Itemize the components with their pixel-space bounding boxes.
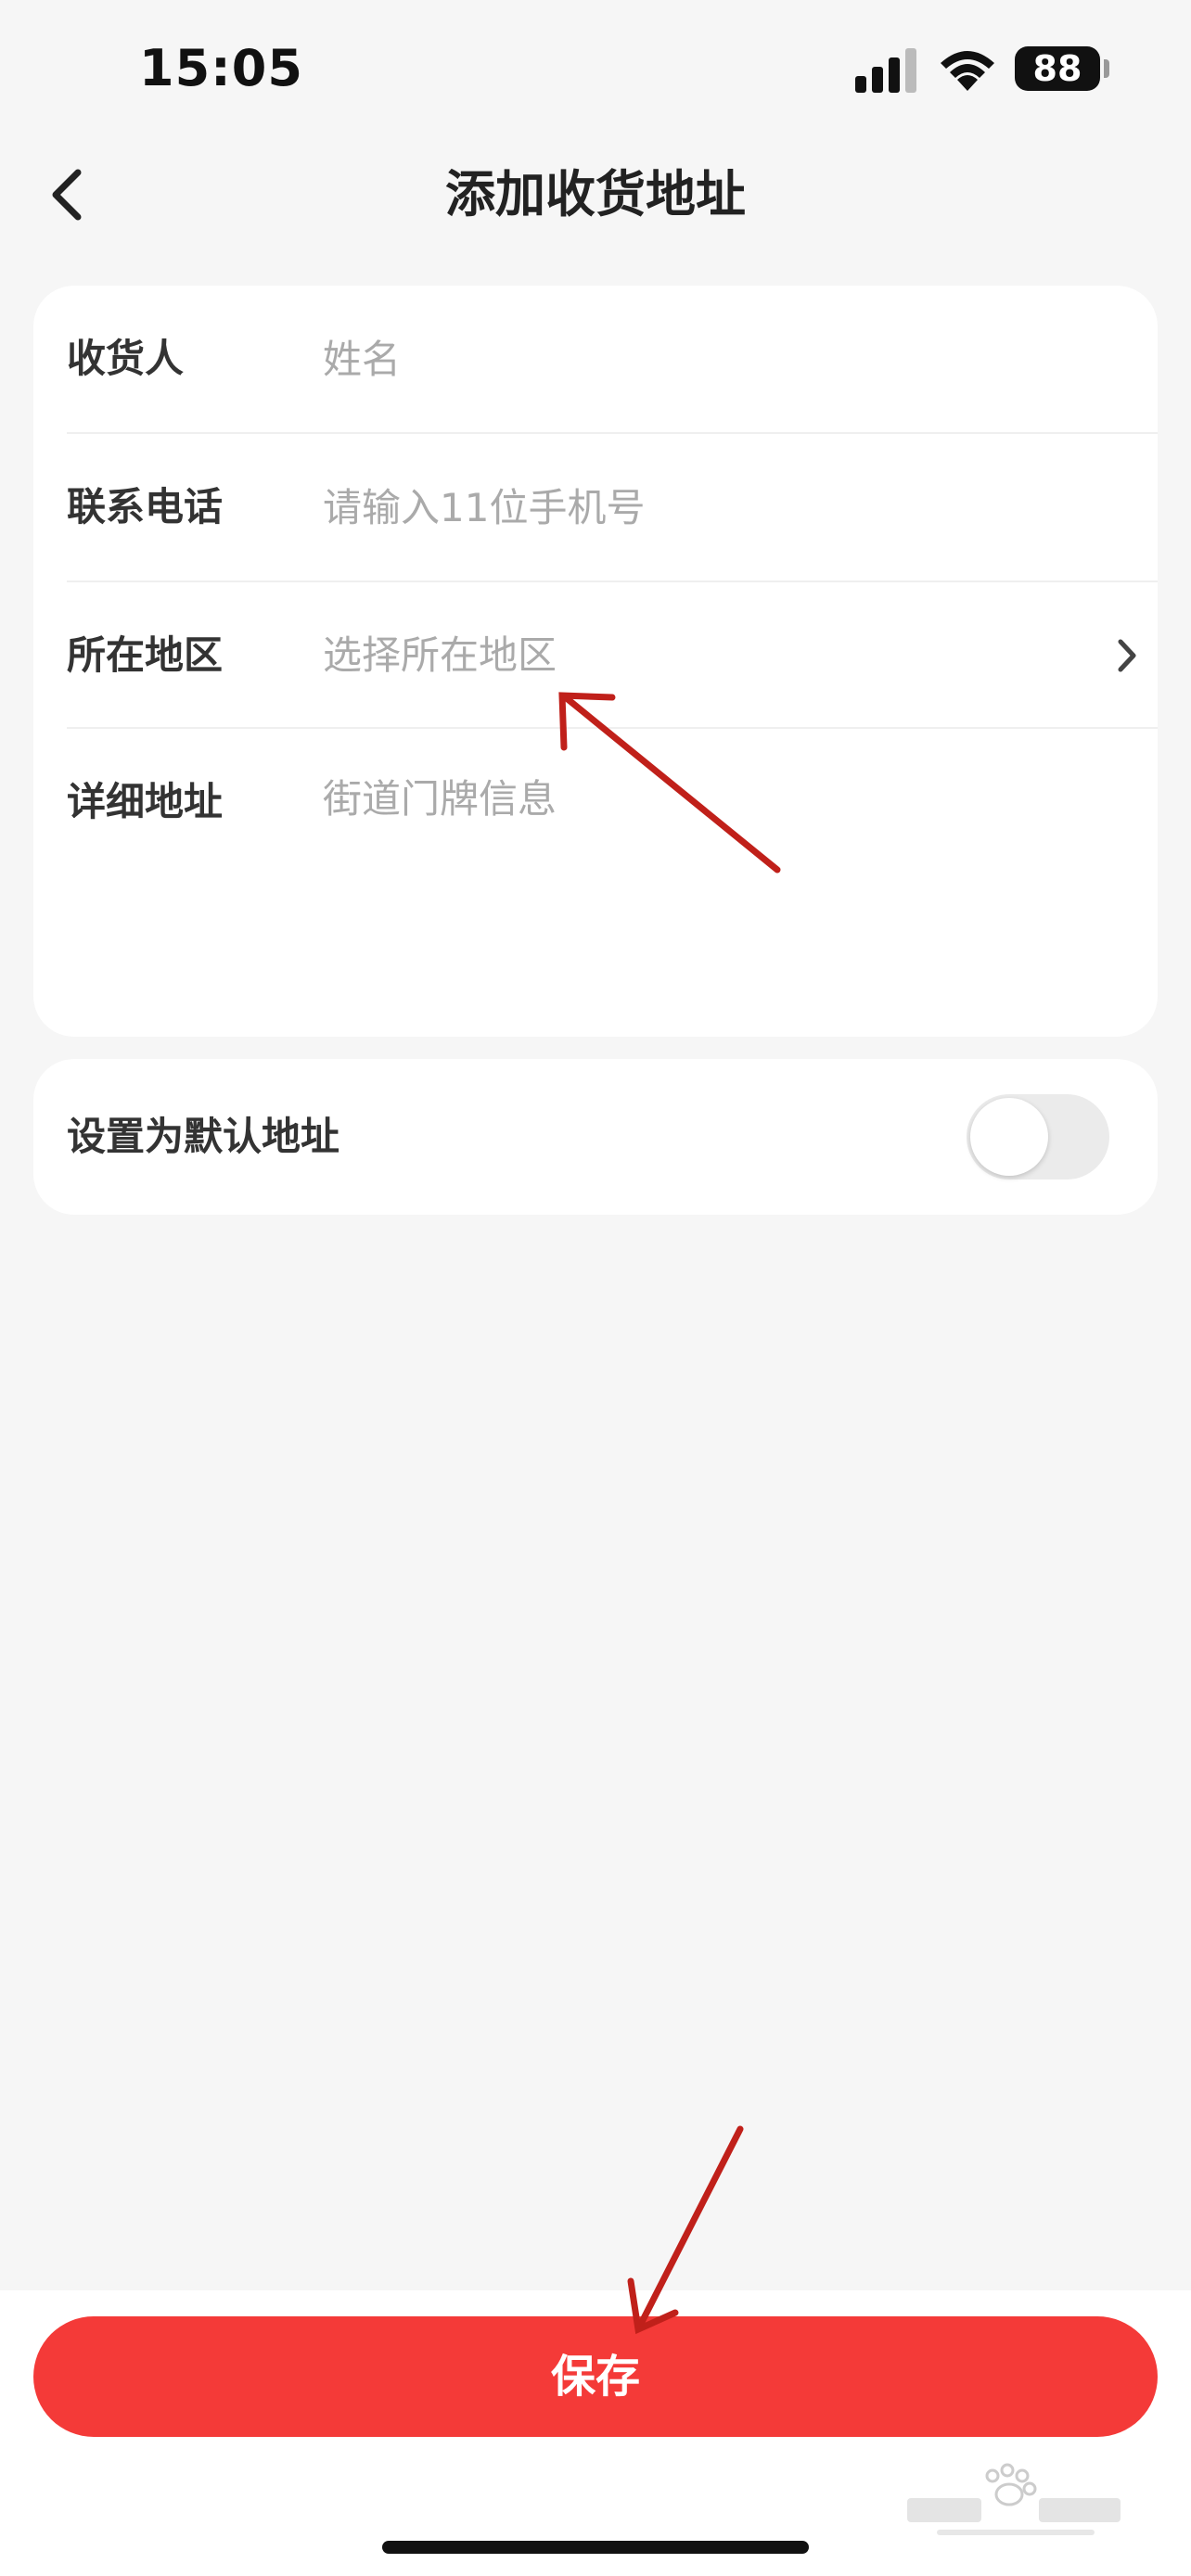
detail-address-label: 详细地址: [67, 779, 224, 824]
back-arrow-icon[interactable]: [33, 159, 104, 230]
region-selector[interactable]: 选择所在地区: [323, 582, 557, 729]
battery-icon: 88: [1015, 46, 1100, 91]
page-title: 添加收货地址: [445, 165, 746, 223]
chevron-right-icon[interactable]: [1100, 629, 1154, 682]
phone-row: 联系电话: [67, 434, 1158, 580]
recipient-row: 收货人: [67, 286, 1158, 432]
status-time: 15:05: [139, 39, 303, 97]
toggle-knob: [970, 1098, 1048, 1176]
recipient-name-input[interactable]: [323, 317, 1083, 401]
recipient-label: 收货人: [67, 336, 185, 381]
battery-level: 88: [1032, 48, 1082, 89]
signal-icon: [855, 48, 916, 93]
region-label: 所在地区: [67, 632, 224, 678]
address-form-card: 收货人 联系电话 所在地区 选择所在地区 详细地址: [33, 286, 1158, 1037]
home-indicator: [382, 2541, 809, 2554]
detail-address-input[interactable]: [323, 772, 1121, 920]
default-address-card: 设置为默认地址: [33, 1059, 1158, 1215]
default-address-label: 设置为默认地址: [67, 1114, 340, 1159]
detail-address-row: 详细地址: [67, 729, 1158, 1026]
phone-input[interactable]: [323, 465, 1083, 549]
battery-tip: [1104, 59, 1109, 78]
default-address-toggle[interactable]: [967, 1094, 1109, 1180]
baidu-jingyan-watermark: [907, 2463, 1121, 2535]
status-bar: 15:05 88: [0, 0, 1191, 139]
save-button[interactable]: 保存: [33, 2316, 1158, 2437]
wifi-icon: [941, 51, 994, 91]
phone-label: 联系电话: [67, 484, 224, 529]
region-row[interactable]: 所在地区 选择所在地区: [67, 582, 1158, 729]
nav-bar: 添加收货地址: [0, 139, 1191, 250]
